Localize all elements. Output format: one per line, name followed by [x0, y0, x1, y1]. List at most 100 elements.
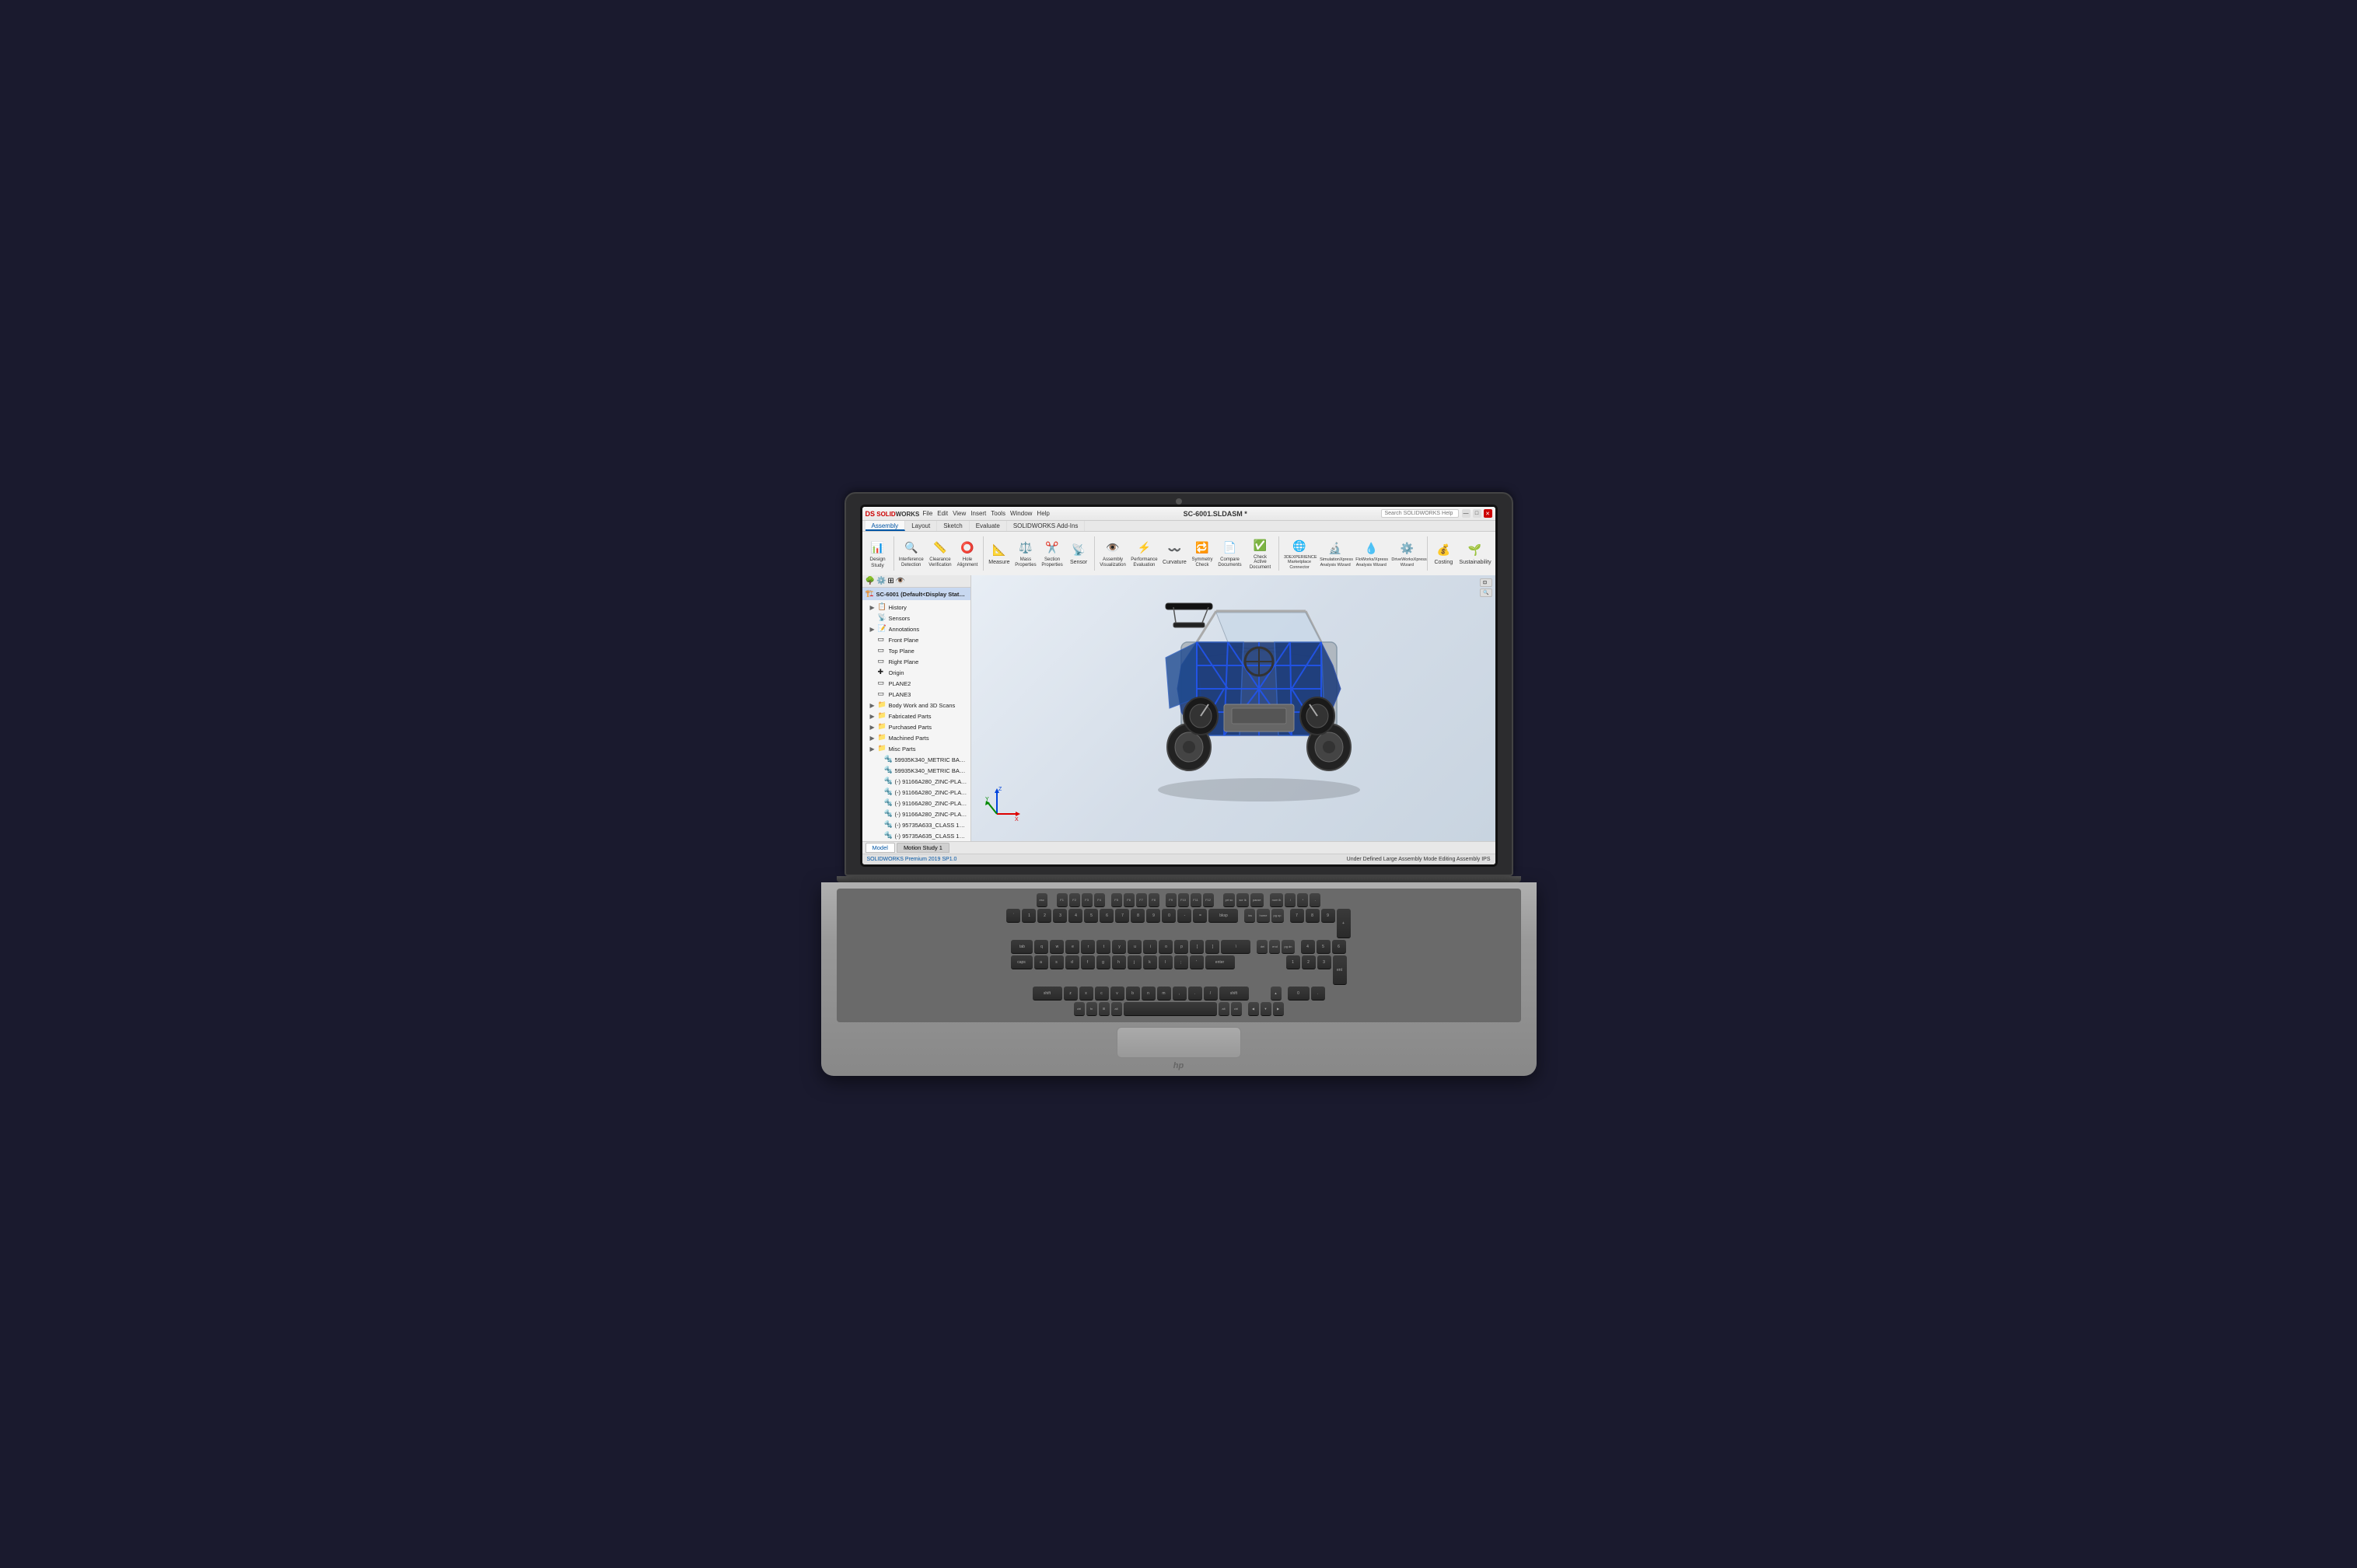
key-right[interactable]: ▶: [1273, 1002, 1284, 1016]
key-f12[interactable]: F12: [1203, 893, 1214, 907]
key-2[interactable]: 2: [1037, 909, 1051, 923]
property-manager-icon[interactable]: ⚙️: [876, 577, 886, 585]
tree-item-part6[interactable]: 🔩(-) 91166A280_ZINC-PLATED STE...: [862, 808, 970, 819]
symmetry-check-button[interactable]: 🔁 SymmetryCheck: [1190, 538, 1215, 569]
key-equals[interactable]: =: [1193, 909, 1207, 923]
tab-model[interactable]: Model: [866, 843, 895, 853]
tab-assembly[interactable]: Assembly: [866, 521, 906, 531]
key-p[interactable]: p: [1174, 940, 1188, 954]
key-numlock[interactable]: num lk: [1270, 893, 1284, 907]
costing-button[interactable]: 💰 Costing: [1431, 540, 1456, 567]
key-x[interactable]: x: [1079, 987, 1093, 1001]
key-asterisk[interactable]: *: [1297, 893, 1308, 907]
key-f3[interactable]: F3: [1082, 893, 1093, 907]
key-9[interactable]: 9: [1146, 909, 1160, 923]
key-period[interactable]: .: [1188, 987, 1202, 1001]
key-b[interactable]: b: [1126, 987, 1140, 1001]
tree-item-part1[interactable]: 🔩59935K340_METRIC BALL JOINT F...: [862, 754, 970, 765]
key-down[interactable]: ▼: [1261, 1002, 1271, 1016]
menu-window[interactable]: Window: [1010, 510, 1032, 517]
view-orientation-button[interactable]: ⊡: [1480, 578, 1491, 587]
tree-item-body-work[interactable]: ▶📁Body Work and 3D Scans: [862, 700, 970, 711]
floworks-button[interactable]: 💧 FloWorks/XpressAnalysis Wizard: [1354, 538, 1388, 568]
key-end[interactable]: end: [1269, 940, 1280, 954]
measure-button[interactable]: 📐 Measure: [987, 540, 1012, 567]
key-7[interactable]: 7: [1115, 909, 1129, 923]
key-enter[interactable]: enter: [1205, 955, 1235, 969]
touchpad[interactable]: [1117, 1027, 1241, 1058]
key-s[interactable]: s: [1050, 955, 1064, 969]
key-alt-l[interactable]: alt: [1111, 1002, 1122, 1016]
key-num0[interactable]: 0: [1288, 987, 1310, 1001]
key-pgup[interactable]: pg up: [1271, 909, 1284, 923]
key-i[interactable]: i: [1143, 940, 1157, 954]
key-num2[interactable]: 2: [1302, 955, 1316, 969]
key-t[interactable]: t: [1096, 940, 1110, 954]
key-num5[interactable]: 5: [1317, 940, 1331, 954]
driveworks-button[interactable]: ⚙️ DriveWorksXpressWizard: [1390, 538, 1424, 568]
key-o[interactable]: o: [1159, 940, 1173, 954]
key-f5[interactable]: F5: [1111, 893, 1122, 907]
key-tab[interactable]: tab: [1011, 940, 1033, 954]
tree-item-part7[interactable]: 🔩(-) 95735A633_CLASS 10.9 STEEL...: [862, 819, 970, 830]
key-0[interactable]: 0: [1162, 909, 1176, 923]
performance-evaluation-button[interactable]: ⚡ PerformanceEvaluation: [1129, 538, 1159, 569]
tree-item-front-plane[interactable]: ▭Front Plane: [862, 634, 970, 645]
interference-detection-button[interactable]: 🔍 InterferenceDetection: [897, 538, 925, 569]
key-z[interactable]: z: [1064, 987, 1078, 1001]
key-f6[interactable]: F6: [1124, 893, 1135, 907]
key-lshift[interactable]: shift: [1033, 987, 1062, 1001]
tab-evaluate[interactable]: Evaluate: [970, 521, 1007, 531]
key-num9[interactable]: 9: [1321, 909, 1335, 923]
3d-viewport[interactable]: Z X Y: [971, 575, 1495, 841]
check-active-document-button[interactable]: ✅ Check ActiveDocument: [1245, 536, 1275, 572]
tree-item-annotations[interactable]: ▶📝Annotations: [862, 623, 970, 634]
tree-item-part5[interactable]: 🔩(-) 91166A280_ZINC-PLATED STE...: [862, 798, 970, 808]
key-8[interactable]: 8: [1131, 909, 1145, 923]
key-alt-r[interactable]: alt: [1219, 1002, 1229, 1016]
key-lbracket[interactable]: [: [1190, 940, 1204, 954]
key-3[interactable]: 3: [1053, 909, 1067, 923]
clearance-verification-button[interactable]: 📏 ClearanceVerification: [927, 538, 953, 569]
key-j[interactable]: j: [1128, 955, 1142, 969]
key-f2[interactable]: F2: [1069, 893, 1080, 907]
assembly-visualization-button[interactable]: 👁️ AssemblyVisualization: [1098, 538, 1128, 569]
key-f10[interactable]: F10: [1178, 893, 1189, 907]
key-d[interactable]: d: [1065, 955, 1079, 969]
key-fwdslash[interactable]: /: [1204, 987, 1218, 1001]
key-h[interactable]: h: [1112, 955, 1126, 969]
3dexperience-button[interactable]: 🌐 3DEXPERIENCEMarketplaceConnector: [1282, 536, 1317, 571]
key-num-minus[interactable]: -: [1310, 893, 1320, 907]
configuration-manager-icon[interactable]: ⊞: [887, 577, 893, 585]
close-button[interactable]: ✕: [1484, 509, 1492, 518]
menu-tools[interactable]: Tools: [991, 510, 1005, 517]
key-f[interactable]: f: [1081, 955, 1095, 969]
key-w[interactable]: w: [1050, 940, 1064, 954]
hole-alignment-button[interactable]: ⭕ HoleAlignment: [955, 538, 980, 569]
key-num7[interactable]: 7: [1290, 909, 1304, 923]
key-c[interactable]: c: [1095, 987, 1109, 1001]
minimize-button[interactable]: —: [1462, 509, 1471, 518]
menu-file[interactable]: File: [922, 510, 932, 517]
key-num4[interactable]: 4: [1301, 940, 1315, 954]
tree-item-part3[interactable]: 🔩(-) 91166A280_ZINC-PLATED STE...: [862, 776, 970, 787]
tree-item-machined-parts[interactable]: ▶📁Machined Parts: [862, 732, 970, 743]
key-e[interactable]: e: [1065, 940, 1079, 954]
mass-properties-button[interactable]: ⚖️ MassProperties: [1013, 538, 1038, 569]
tree-item-part2[interactable]: 🔩59935K340_METRIC BALL JOINT F...: [862, 765, 970, 776]
maximize-button[interactable]: □: [1473, 509, 1481, 518]
feature-tree-icon[interactable]: 🌳: [866, 577, 875, 585]
menu-edit[interactable]: Edit: [937, 510, 948, 517]
key-quote[interactable]: ': [1190, 955, 1204, 969]
tab-addins[interactable]: SOLIDWORKS Add-Ins: [1007, 521, 1086, 531]
tree-item-fabricated-parts[interactable]: ▶📁Fabricated Parts: [862, 711, 970, 721]
tree-item-purchased-parts[interactable]: ▶📁Purchased Parts: [862, 721, 970, 732]
design-study-button[interactable]: 📊 DesignStudy: [866, 537, 890, 569]
menu-help[interactable]: Help: [1037, 510, 1049, 517]
search-input[interactable]: [1381, 509, 1459, 518]
key-slash[interactable]: /: [1285, 893, 1296, 907]
key-win[interactable]: ⊞: [1099, 1002, 1110, 1016]
key-f8[interactable]: F8: [1149, 893, 1159, 907]
compare-documents-button[interactable]: 📄 CompareDocuments: [1216, 538, 1243, 569]
key-u[interactable]: u: [1128, 940, 1142, 954]
